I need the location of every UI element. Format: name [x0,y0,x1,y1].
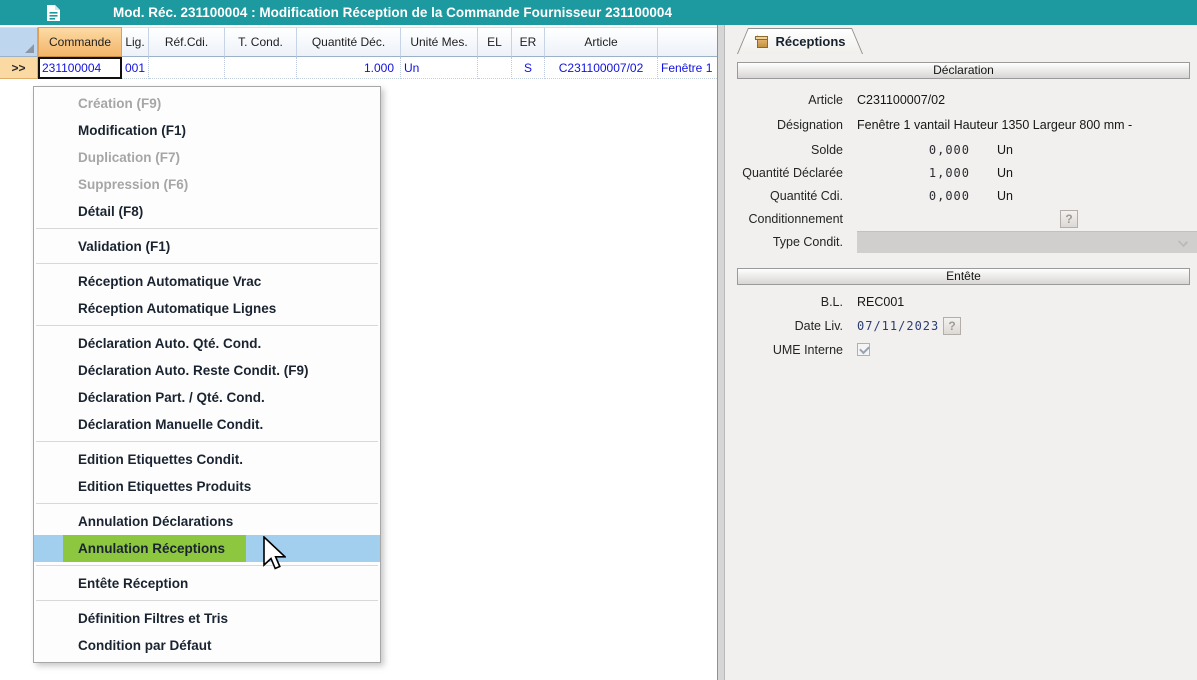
row-marker[interactable]: >> [0,57,38,79]
field-label-bl: B.L. [725,291,843,313]
menu-separator [36,228,378,229]
field-unit-quantite-declaree: Un [997,162,1013,184]
field-label-date-liv: Date Liv. [725,315,843,337]
column-header-el[interactable]: EL [478,27,512,57]
menu-item-edition-etiquettes-condit[interactable]: Edition Etiquettes Condit. [34,446,380,473]
field-value-quantite-cdi: 0,000 [857,185,970,207]
chevron-down-icon [1178,237,1188,247]
column-header-quantite-dec[interactable]: Quantité Déc. [297,27,401,57]
date-liv-calendar-button[interactable]: ? [943,317,961,335]
field-row-date-liv: Date Liv. 07/11/2023 ? [725,315,1197,337]
package-icon [754,35,769,48]
cell-t-cond[interactable] [225,57,297,79]
menu-separator [36,600,378,601]
menu-item-condition-par-defaut[interactable]: Condition par Défaut [34,632,380,659]
menu-item-edition-etiquettes-produits[interactable]: Edition Etiquettes Produits [34,473,380,500]
green-highlight: Annulation Réceptions [63,535,246,562]
menu-item-validation[interactable]: Validation (F1) [34,233,380,260]
type-condit-dropdown [857,231,1197,253]
column-header-unite-mes[interactable]: Unité Mes. [401,27,478,57]
field-label-designation: Désignation [725,114,843,136]
conditionnement-help-button[interactable]: ? [1060,210,1078,228]
menu-item-entete-reception[interactable]: Entête Réception [34,570,380,597]
field-row-quantite-cdi: Quantité Cdi. 0,000 Un [725,185,1197,207]
context-menu: Création (F9) Modification (F1) Duplicat… [33,86,381,663]
field-label-type-condit: Type Condit. [725,231,843,253]
field-label-ume-interne: UME Interne [725,339,843,361]
field-row-bl: B.L. REC001 [725,291,1197,313]
panel-splitter[interactable] [717,25,725,680]
menu-item-reception-automatique-vrac[interactable]: Réception Automatique Vrac [34,268,380,295]
field-label-conditionnement: Conditionnement [725,208,843,230]
menu-item-duplication: Duplication (F7) [34,144,380,171]
field-label-solde: Solde [725,139,843,161]
field-value-solde: 0,000 [857,139,970,161]
menu-item-reception-automatique-lignes[interactable]: Réception Automatique Lignes [34,295,380,322]
cell-ref-cdi[interactable] [149,57,225,79]
field-value-designation: Fenêtre 1 vantail Hauteur 1350 Largeur 8… [857,114,1132,136]
section-header-entete: Entête [737,268,1190,285]
menu-separator [36,565,378,566]
field-label-quantite-declaree: Quantité Déclarée [725,162,843,184]
field-row-designation: Désignation Fenêtre 1 vantail Hauteur 13… [725,114,1197,136]
select-all-corner[interactable] [0,27,38,57]
field-label-quantite-cdi: Quantité Cdi. [725,185,843,207]
menu-item-annulation-declarations[interactable]: Annulation Déclarations [34,508,380,535]
mouse-cursor [262,536,286,572]
window-title: Mod. Réc. 231100004 : Modification Récep… [113,0,672,25]
column-header-commande[interactable]: Commande [38,27,122,57]
column-header-lig[interactable]: Lig. [122,27,149,57]
field-unit-solde: Un [997,139,1013,161]
field-value-bl: REC001 [857,291,904,313]
menu-separator [36,263,378,264]
menu-separator [36,503,378,504]
tab-label: Réceptions [775,34,845,49]
field-row-solde: Solde 0,000 Un [725,139,1197,161]
menu-item-suppression: Suppression (F6) [34,171,380,198]
cell-extra[interactable]: Fenêtre 1 [658,57,717,79]
field-row-type-condit: Type Condit. [725,231,1197,253]
menu-item-declaration-manuelle-condit[interactable]: Déclaration Manuelle Condit. [34,411,380,438]
menu-separator [36,441,378,442]
table-header-row: Commande Lig. Réf.Cdi. T. Cond. Quantité… [0,27,717,57]
menu-item-modification[interactable]: Modification (F1) [34,117,380,144]
menu-item-declaration-auto-qte-cond[interactable]: Déclaration Auto. Qté. Cond. [34,330,380,357]
document-icon [46,4,61,22]
column-header-t-cond[interactable]: T. Cond. [225,27,297,57]
menu-item-declaration-part-qte-cond[interactable]: Déclaration Part. / Qté. Cond. [34,384,380,411]
field-unit-quantite-cdi: Un [997,185,1013,207]
column-header-ref-cdi[interactable]: Réf.Cdi. [149,27,225,57]
column-header-er[interactable]: ER [512,27,545,57]
column-header-article[interactable]: Article [545,27,658,57]
cell-lig[interactable]: 001 [122,57,149,79]
field-value-article: C231100007/02 [857,89,945,111]
title-bar: Mod. Réc. 231100004 : Modification Récep… [0,0,1197,25]
field-label-article: Article [725,89,843,111]
field-row-quantite-declaree: Quantité Déclarée 1,000 Un [725,162,1197,184]
field-row-ume-interne: UME Interne [725,339,1197,361]
tab-receptions[interactable]: Réceptions [737,28,863,54]
field-row-conditionnement: Conditionnement ? [725,208,1197,230]
section-header-declaration: Déclaration [737,62,1190,79]
receptions-panel: Réceptions Déclaration Article C23110000… [725,25,1197,680]
table-row[interactable]: >> 231100004 001 1.000 Un S C231100007/0… [0,57,717,79]
cell-er[interactable]: S [512,57,545,79]
column-header-extra[interactable] [658,27,717,57]
cell-article[interactable]: C231100007/02 [545,57,658,79]
menu-item-detail[interactable]: Détail (F8) [34,198,380,225]
menu-separator [36,325,378,326]
menu-item-annulation-receptions[interactable]: Annulation Réceptions [34,535,380,562]
cell-unite-mes[interactable]: Un [401,57,478,79]
field-value-quantite-declaree: 1,000 [857,162,970,184]
menu-item-creation: Création (F9) [34,90,380,117]
cell-el[interactable] [478,57,512,79]
cell-commande[interactable]: 231100004 [38,57,122,79]
menu-item-declaration-auto-reste-condit[interactable]: Déclaration Auto. Reste Condit. (F9) [34,357,380,384]
menu-item-definition-filtres-et-tris[interactable]: Définition Filtres et Tris [34,605,380,632]
ume-interne-checkbox [857,343,870,356]
cell-quantite-dec[interactable]: 1.000 [297,57,401,79]
field-value-date-liv: 07/11/2023 [857,315,939,337]
field-row-article: Article C231100007/02 [725,89,1197,111]
